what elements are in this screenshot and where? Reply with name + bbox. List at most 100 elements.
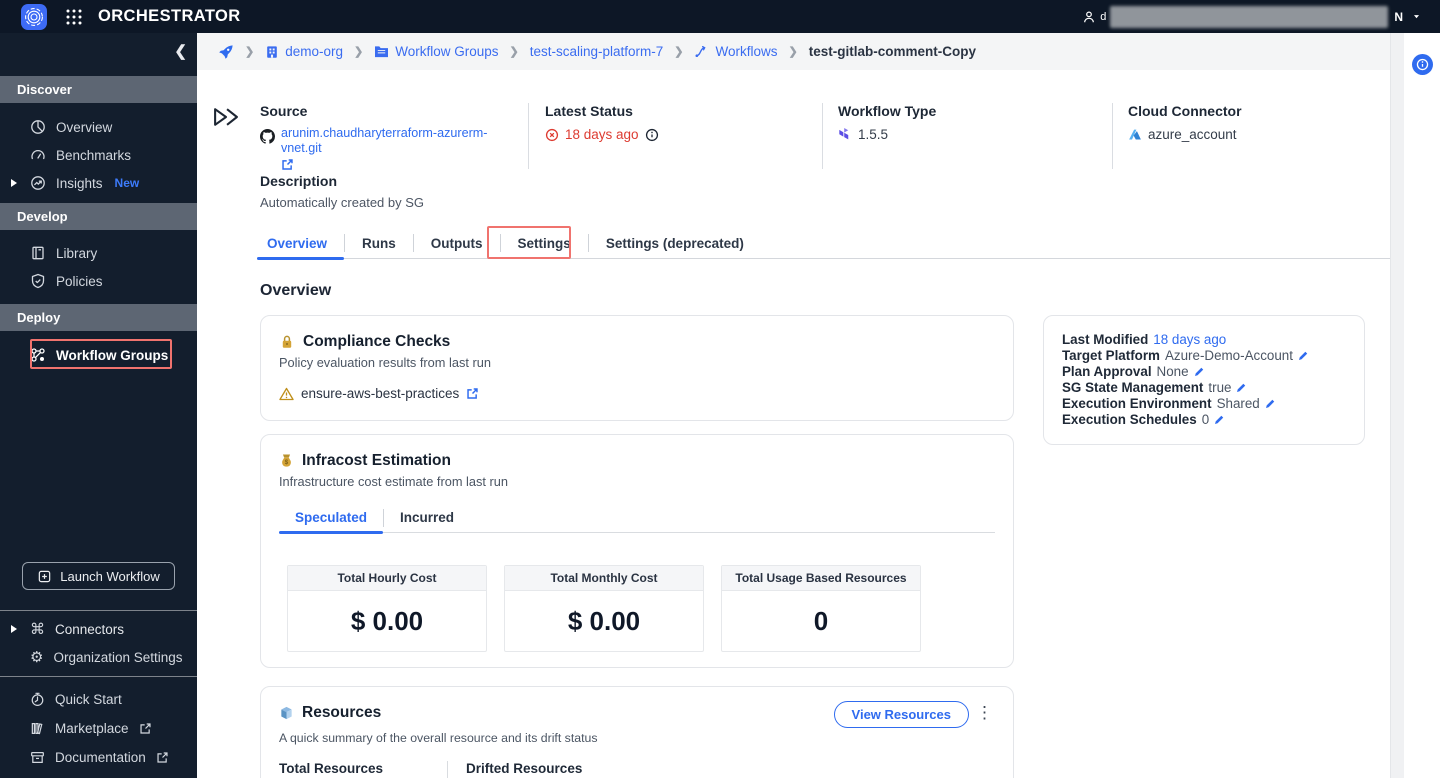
total-resources-header: Total Resources: [279, 761, 384, 776]
compliance-title: Compliance Checks: [303, 333, 451, 350]
stat-total-usage-based-resources: Total Usage Based Resources 0: [721, 565, 921, 652]
sidebar-item-insights[interactable]: Insights New: [0, 169, 197, 197]
apps-grid-icon[interactable]: [65, 8, 83, 26]
latest-status-label: Latest Status: [545, 103, 633, 119]
tab-overview[interactable]: Overview: [257, 228, 345, 260]
pie-chart-icon: [31, 120, 45, 134]
edit-pencil-icon[interactable]: [1194, 366, 1205, 377]
sidebar-collapse-button[interactable]: ❮: [174, 42, 187, 60]
terraform-icon: [839, 127, 849, 139]
info-circle-icon[interactable]: [645, 128, 659, 142]
external-link-icon[interactable]: [466, 387, 479, 400]
view-resources-button[interactable]: View Resources: [833, 701, 969, 728]
tab-settings[interactable]: Settings: [501, 228, 588, 258]
breadcrumb-org[interactable]: demo-org: [265, 44, 343, 59]
breadcrumb-workflows[interactable]: Workflows: [694, 44, 778, 59]
edit-pencil-icon[interactable]: [1265, 398, 1276, 409]
detail-row-last-modified: Last Modified 18 days ago: [1062, 332, 1227, 347]
breadcrumb-separator: ❯: [354, 46, 364, 58]
stopwatch-icon: [31, 692, 44, 706]
warning-triangle-icon: [279, 387, 294, 400]
sidebar-item-policies[interactable]: Policies: [0, 267, 197, 295]
tab-incurred[interactable]: Incurred: [384, 503, 470, 532]
expand-arrow-icon[interactable]: [11, 625, 17, 633]
breadcrumb-separator: ❯: [245, 46, 255, 58]
description-value: Automatically created by SG: [260, 195, 425, 210]
sidebar-item-overview[interactable]: Overview: [0, 113, 197, 141]
money-bag-icon: $: [282, 454, 291, 467]
compliance-subtitle: Policy evaluation results from last run: [279, 355, 491, 370]
breadcrumb-separator: ❯: [674, 46, 684, 58]
plus-square-icon: [38, 570, 51, 582]
app-logo[interactable]: [21, 3, 47, 30]
stat-total-hourly-cost: Total Hourly Cost $ 0.00: [287, 565, 487, 652]
sidebar-item-documentation[interactable]: Documentation: [0, 743, 197, 771]
expand-arrow-icon[interactable]: [11, 179, 17, 187]
workflow-main: Source arunim.chaudharyterraform-azurerm…: [197, 70, 1390, 778]
header-divider: [822, 103, 823, 169]
source-block: Source arunim.chaudharyterraform-azurerm…: [260, 103, 518, 175]
source-repo-link[interactable]: arunim.chaudharyterraform-azurerm-vnet.g…: [281, 126, 487, 155]
compliance-checks-card: Compliance Checks Policy evaluation resu…: [260, 315, 1014, 421]
sidebar-item-benchmarks[interactable]: Benchmarks: [0, 141, 197, 169]
gear-icon: ⚙: [30, 648, 44, 666]
cloud-connector-block: Cloud Connector azure_account: [1128, 103, 1242, 142]
github-icon: [260, 129, 275, 144]
infracost-title: Infracost Estimation: [302, 452, 451, 469]
workflow-type-value: 1.5.5: [858, 127, 889, 142]
breadcrumb-project[interactable]: test-scaling-platform-7: [530, 44, 664, 59]
cloud-connector-label: Cloud Connector: [1128, 103, 1242, 119]
kebab-menu-icon[interactable]: ⋮: [976, 703, 993, 723]
tab-settings-deprecated[interactable]: Settings (deprecated): [589, 228, 761, 258]
stat-total-monthly-cost: Total Monthly Cost $ 0.00: [504, 565, 704, 652]
user-menu[interactable]: d N: [1082, 5, 1422, 28]
top-bar: ORCHESTRATOR d N: [0, 0, 1440, 33]
user-text-fragment: d: [1100, 10, 1107, 23]
infracost-subtitle: Infrastructure cost estimate from last r…: [279, 474, 509, 489]
caret-down-icon: [1413, 15, 1420, 19]
edit-pencil-icon[interactable]: [1298, 350, 1309, 361]
person-icon: [1084, 10, 1095, 22]
detail-row-sg-state-management: SG State Management true: [1062, 380, 1346, 396]
breadcrumb: ❯ demo-org ❯ Workflow Groups ❯ test-scal…: [197, 33, 1404, 70]
external-link-icon[interactable]: [281, 158, 294, 171]
detail-row-plan-approval: Plan Approval None: [1062, 364, 1346, 380]
breadcrumb-home[interactable]: [218, 44, 234, 60]
breadcrumb-workflow-groups[interactable]: Workflow Groups: [374, 44, 499, 59]
cube-icon: [281, 706, 292, 720]
breadcrumb-current: test-gitlab-comment-Copy: [808, 44, 976, 59]
sidebar-item-marketplace[interactable]: Marketplace: [0, 714, 197, 742]
fast-forward-icon: [214, 108, 238, 126]
vertical-scrollbar[interactable]: [1390, 33, 1404, 778]
detail-row-execution-environment: Execution Environment Shared: [1062, 396, 1346, 412]
sidebar-item-quick-start[interactable]: Quick Start: [0, 685, 197, 713]
edit-pencil-icon[interactable]: [1236, 382, 1247, 393]
drifted-resources-header: Drifted Resources: [466, 761, 583, 776]
tab-speculated[interactable]: Speculated: [279, 503, 384, 534]
sidebar-section-discover: Discover: [0, 76, 197, 103]
lock-icon: [282, 335, 292, 348]
tab-outputs[interactable]: Outputs: [414, 228, 500, 258]
launch-workflow-button[interactable]: Launch Workflow: [22, 562, 175, 590]
sidebar-item-library[interactable]: Library: [0, 239, 197, 267]
resources-column-divider: [447, 761, 449, 778]
tab-runs[interactable]: Runs: [345, 228, 413, 258]
breadcrumb-separator: ❯: [509, 46, 519, 58]
command-icon: ⌘: [30, 620, 45, 638]
breadcrumb-separator: ❯: [788, 46, 798, 58]
help-info-button[interactable]: [1412, 54, 1433, 75]
error-circle-icon: [545, 128, 559, 141]
detail-row-target-platform: Target Platform Azure-Demo-Account: [1062, 348, 1346, 364]
gauge-icon: [31, 149, 45, 160]
resources-columns: Total Resources Drifted Resources: [279, 761, 582, 778]
archive-box-icon: [31, 751, 44, 763]
edit-pencil-icon[interactable]: [1214, 414, 1225, 425]
source-label: Source: [260, 103, 308, 119]
resources-card: Resources View Resources ⋮ A quick summa…: [260, 686, 1014, 778]
user-letter: N: [1394, 9, 1403, 24]
workflow-details-panel: Last Modified 18 days ago Target Platform…: [1043, 315, 1365, 445]
insights-icon: [31, 176, 45, 190]
sidebar-item-connectors[interactable]: ⌘ Connectors: [0, 615, 197, 643]
sidebar-item-organization-settings[interactable]: ⚙ Organization Settings: [0, 643, 197, 671]
sidebar-item-workflow-groups[interactable]: Workflow Groups: [0, 341, 197, 369]
